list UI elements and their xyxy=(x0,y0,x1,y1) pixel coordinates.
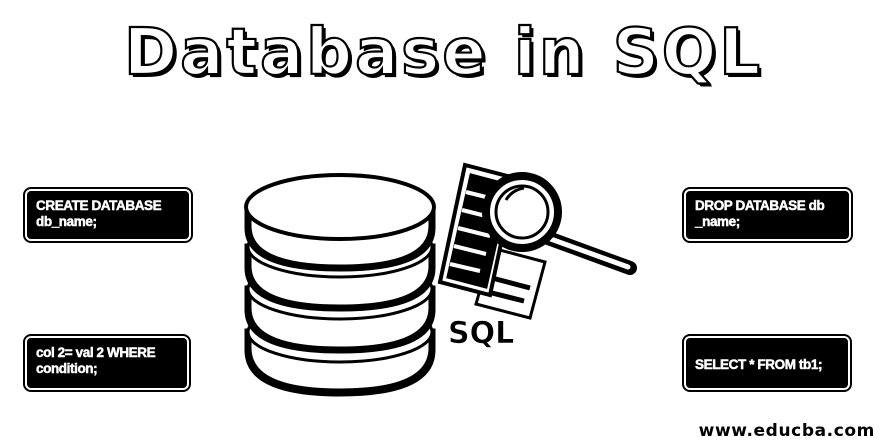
database-icon xyxy=(244,173,436,397)
sql-label: SQL xyxy=(448,316,514,351)
educba-watermark: www.educba.com xyxy=(698,421,875,441)
sql-illustration: SQL xyxy=(244,162,637,397)
